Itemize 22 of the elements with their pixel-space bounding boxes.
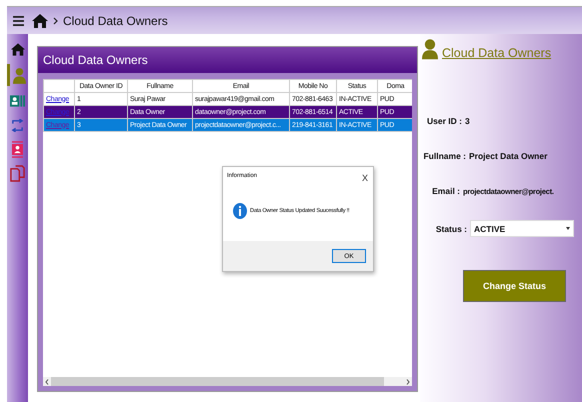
user-id-label: User ID : [426, 116, 462, 126]
change-status-button[interactable]: Change Status [463, 270, 566, 302]
person-icon [422, 38, 438, 60]
user-id-value: 3 [465, 116, 470, 126]
panel-title: Cloud Data Owners [38, 47, 417, 73]
fullname-value: Project Data Owner [469, 151, 548, 161]
chevron-icon [53, 16, 58, 24]
scroll-left-icon[interactable] [45, 378, 49, 384]
menu-icon[interactable] [13, 16, 24, 26]
status-label: Status : [434, 224, 467, 234]
home-icon[interactable] [32, 14, 48, 28]
fullname-label: Fullname : [422, 151, 466, 161]
person-nav-item[interactable] [7, 64, 28, 86]
dropdown-arrow-icon[interactable] [566, 227, 570, 230]
status-dropdown[interactable]: ACTIVE [470, 220, 574, 237]
scroll-right-icon[interactable] [406, 378, 410, 384]
email-label: Email : [431, 186, 460, 196]
horizontal-scrollbar[interactable] [43, 377, 412, 386]
pages-nav-item[interactable] [7, 164, 28, 182]
close-button[interactable]: X [362, 173, 368, 183]
info-icon [233, 203, 247, 219]
breadcrumb-title: Cloud Data Owners [63, 14, 168, 28]
